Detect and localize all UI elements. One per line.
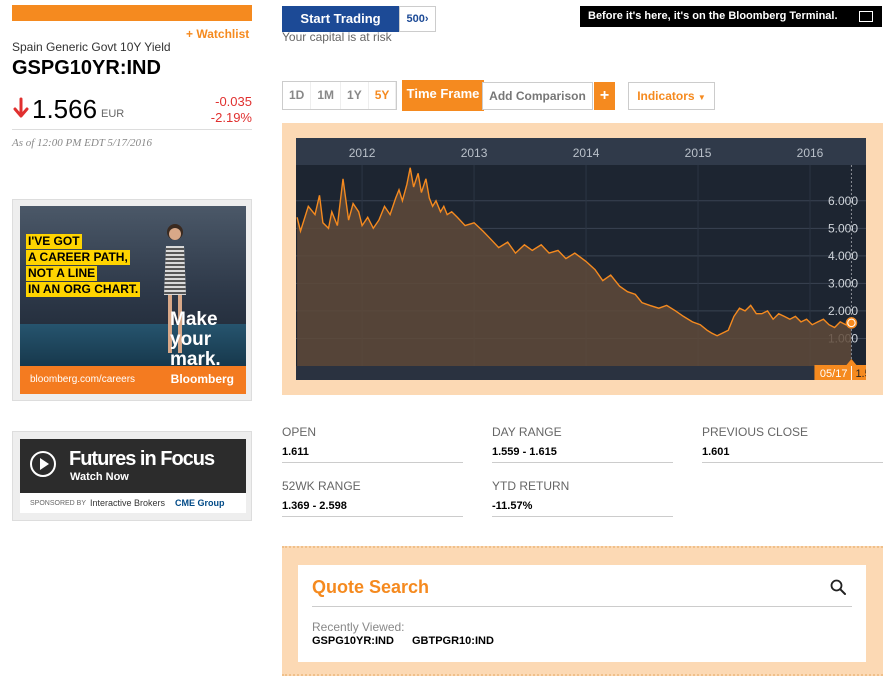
ytd-return-value: -11.57%: [492, 500, 533, 512]
ad-headline-line-1: I'VE GOT: [26, 234, 82, 249]
recent-link-1[interactable]: GSPG10YR:IND: [312, 635, 394, 647]
previous-close-label: PREVIOUS CLOSE: [702, 425, 809, 439]
career-ad-creative[interactable]: I'VE GOT A CAREER PATH, NOT A LINE IN AN…: [20, 206, 246, 394]
last-price: 1.566: [32, 94, 98, 124]
previous-close-rule: [702, 462, 883, 463]
ad-tagline-line-2: your: [170, 329, 212, 350]
watch-now-label[interactable]: Watch Now: [70, 471, 129, 483]
indicators-label: Indicators: [637, 89, 695, 103]
career-ad[interactable]: I'VE GOT A CAREER PATH, NOT A LINE IN AN…: [12, 199, 252, 401]
open-value: 1.611: [282, 446, 309, 458]
quote-search-title: Quote Search: [312, 577, 430, 597]
ad-footer: bloomberg.com/careers Bloomberg: [20, 366, 246, 394]
price-row: 1.566 EUR -0.035 -2.19%: [12, 94, 252, 130]
change-value: -0.035: [215, 94, 252, 109]
ytd-return-rule: [492, 516, 673, 517]
previous-close-value: 1.601: [702, 446, 730, 458]
day-range-label: DAY RANGE: [492, 425, 562, 439]
x-tick-label: 2013: [461, 146, 488, 160]
add-comparison-button[interactable]: +: [594, 82, 615, 110]
futures-ad-banner: Futures in Focus Watch Now: [20, 439, 246, 493]
risk-warning: Your capital is at risk: [282, 30, 392, 44]
ad-headline-line-3: NOT A LINE: [26, 266, 98, 281]
caret-down-icon: ▼: [697, 93, 706, 102]
last-date-label: 05/17: [820, 368, 848, 380]
terminal-icon: [859, 11, 873, 22]
price-chart[interactable]: 1.0002.0003.0004.0005.0006.0002012201320…: [296, 138, 866, 380]
recent-link-2[interactable]: GBTPGR10:IND: [412, 635, 494, 647]
chevron-right-icon: ›: [424, 13, 429, 25]
sponsor-interactive-brokers: Interactive Brokers: [90, 498, 166, 508]
futures-title: Futures in Focus: [69, 448, 215, 470]
x-tick-label: 2012: [349, 146, 376, 160]
timeframe-tab-1d[interactable]: 1D: [283, 82, 312, 109]
change-percent: -2.19%: [210, 110, 252, 125]
ad-url: bloomberg.com/careers: [30, 374, 136, 385]
quote-search-panel: Quote Search Recently Viewed: GSPG10YR:I…: [282, 546, 883, 676]
play-icon[interactable]: [30, 451, 56, 477]
as-of-timestamp: As of 12:00 PM EDT 5/17/2016: [12, 137, 153, 149]
ticker-symbol: GSPG10YR:IND: [12, 57, 161, 79]
badge-text: 500: [406, 13, 425, 25]
quote-search-box: Quote Search Recently Viewed: GSPG10YR:I…: [298, 565, 866, 662]
add-watchlist-link[interactable]: + Watchlist: [186, 27, 249, 41]
wk52-range-rule: [282, 516, 463, 517]
ad-headline-line-4: IN AN ORG CHART.: [26, 282, 141, 297]
futures-ad[interactable]: Futures in Focus Watch Now SPONSORED BY …: [12, 431, 252, 521]
y-tick-label: 5.000: [828, 221, 858, 235]
open-label: OPEN: [282, 425, 317, 439]
start-trading-button[interactable]: Start Trading: [282, 6, 399, 32]
last-point-marker-inner: [848, 319, 855, 327]
timeframe-tab-1y[interactable]: 1Y: [341, 82, 369, 109]
down-arrow-icon: [13, 97, 29, 118]
timeframe-tab-1m[interactable]: 1M: [311, 82, 342, 109]
wk52-range-value: 1.369 - 2.598: [282, 500, 347, 512]
wk52-range-label: 52WK RANGE: [282, 479, 361, 493]
terminal-banner[interactable]: Before it's here, it's on the Bloomberg …: [580, 6, 882, 27]
chart-bottom-strip: [296, 366, 866, 380]
page: + Watchlist Spain Generic Govt 10Y Yield…: [0, 0, 891, 694]
x-tick-label: 2015: [685, 146, 712, 160]
y-tick-label: 6.000: [828, 194, 858, 208]
security-name: Spain Generic Govt 10Y Yield: [12, 40, 171, 54]
x-tick-label: 2016: [797, 146, 824, 160]
ad-headline-line-2: A CAREER PATH,: [26, 250, 130, 265]
ytd-return-label: YTD RETURN: [492, 479, 570, 493]
terminal-banner-text: Before it's here, it's on the Bloomberg …: [588, 10, 838, 22]
sponsored-by: SPONSORED BY: [30, 500, 87, 507]
y-tick-label: 3.000: [828, 276, 858, 290]
sponsor-cme-group: CME Group: [175, 498, 225, 508]
day-range-rule: [492, 462, 673, 463]
ad-tagline-line-1: Make: [170, 309, 218, 330]
price-change: -0.035 -2.19%: [211, 94, 252, 126]
x-tick-label: 2014: [573, 146, 600, 160]
ad-brand: Bloomberg: [170, 372, 234, 386]
y-tick-label: 2.000: [828, 304, 858, 318]
five-hundred-badge[interactable]: 500›: [399, 6, 436, 32]
currency: EUR: [101, 108, 125, 120]
search-icon[interactable]: [830, 579, 846, 595]
y-tick-label: 4.000: [828, 249, 858, 263]
futures-ad-creative[interactable]: Futures in Focus Watch Now SPONSORED BY …: [20, 439, 246, 513]
timeframe-tabs: 1D 1M 1Y 5Y: [282, 81, 398, 110]
last-value-label: 1.566: [855, 368, 866, 380]
add-comparison-input[interactable]: Add Comparison: [482, 82, 593, 110]
recently-viewed-label: Recently Viewed:: [312, 620, 405, 634]
time-frame-button[interactable]: Time Frame: [402, 80, 484, 111]
indicators-dropdown[interactable]: Indicators ▼: [628, 82, 715, 110]
ad-tagline: Make your mark.: [170, 310, 221, 370]
open-rule: [282, 462, 463, 463]
orange-header-bar: [12, 5, 252, 21]
timeframe-tab-5y[interactable]: 5Y: [369, 82, 397, 109]
chart-panel: 1.0002.0003.0004.0005.0006.0002012201320…: [282, 123, 883, 395]
day-range-value: 1.559 - 1.615: [492, 446, 557, 458]
quote-search-rule: [312, 606, 852, 607]
